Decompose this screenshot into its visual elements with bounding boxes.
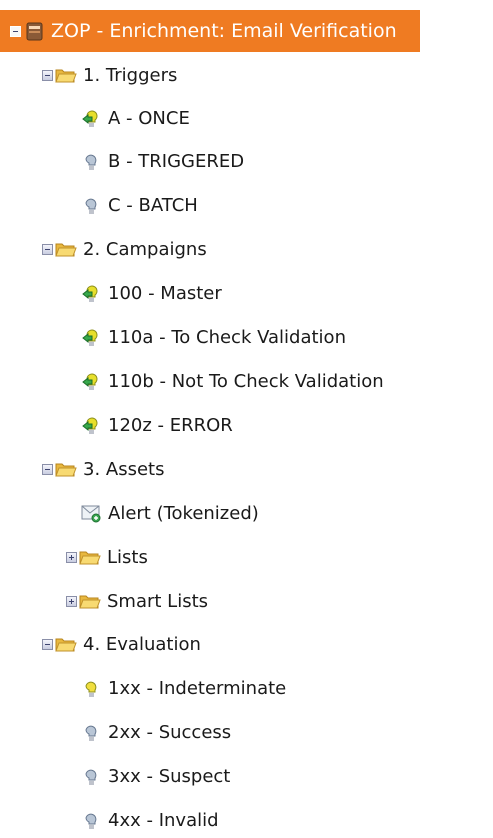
folder-lists[interactable]: Lists	[66, 539, 148, 575]
campaign-120z-error[interactable]: 120z - ERROR	[80, 407, 233, 443]
campaign-label: 2xx - Success	[108, 721, 232, 743]
active-bulb-icon	[82, 285, 98, 302]
collapse-toggle[interactable]	[42, 243, 53, 255]
campaign-110b[interactable]: 110b - Not To Check Validation	[80, 363, 384, 399]
collapse-toggle[interactable]	[42, 463, 53, 475]
campaign-label: 110a - To Check Validation	[108, 326, 346, 348]
campaign-b-triggered[interactable]: B - TRIGGERED	[80, 143, 244, 179]
folder-open-icon	[55, 638, 77, 652]
folder-campaigns[interactable]: 2. Campaigns	[42, 231, 207, 267]
email-alert-icon	[81, 505, 101, 523]
active-bulb-icon	[82, 329, 98, 346]
folder-label: Smart Lists	[107, 590, 209, 612]
campaign-label: 3xx - Suspect	[108, 765, 231, 787]
campaign-label: A - ONCE	[108, 107, 190, 129]
inactive-bulb-icon	[85, 198, 97, 214]
campaign-110a[interactable]: 110a - To Check Validation	[80, 319, 346, 355]
inactive-bulb-icon	[85, 154, 97, 170]
campaign-a-once[interactable]: A - ONCE	[80, 100, 190, 136]
folder-label: 2. Campaigns	[83, 238, 207, 260]
folder-icon	[79, 595, 101, 609]
expand-toggle[interactable]	[66, 595, 77, 607]
program-tree: ZOP - Enrichment: Email Verification 1. …	[0, 0, 493, 833]
collapse-toggle[interactable]	[42, 69, 53, 81]
folder-assets[interactable]: 3. Assets	[42, 451, 164, 487]
tree-root-program[interactable]: ZOP - Enrichment: Email Verification	[0, 10, 420, 52]
campaign-label: B - TRIGGERED	[108, 150, 245, 172]
root-label: ZOP - Enrichment: Email Verification	[51, 20, 397, 42]
asset-alert-tokenized[interactable]: Alert (Tokenized)	[80, 495, 259, 531]
campaign-label: 100 - Master	[108, 282, 222, 304]
folder-open-icon	[55, 463, 77, 477]
campaign-c-batch[interactable]: C - BATCH	[80, 187, 198, 223]
campaign-3xx[interactable]: 3xx - Suspect	[80, 758, 230, 794]
folder-evaluation[interactable]: 4. Evaluation	[42, 626, 201, 662]
campaign-label: 1xx - Indeterminate	[108, 677, 287, 699]
campaign-label: 110b - Not To Check Validation	[108, 370, 384, 392]
active-bulb-icon	[82, 373, 98, 390]
folder-label: 3. Assets	[83, 458, 165, 480]
folder-smart-lists[interactable]: Smart Lists	[66, 583, 208, 619]
active-bulb-icon	[82, 417, 98, 434]
collapse-toggle[interactable]	[10, 25, 21, 37]
campaign-1xx[interactable]: 1xx - Indeterminate	[80, 670, 286, 706]
folder-icon	[79, 551, 101, 565]
program-icon	[26, 22, 43, 41]
folder-open-icon	[55, 243, 77, 257]
inactive-bulb-icon	[85, 813, 97, 829]
folder-label: 4. Evaluation	[83, 633, 201, 655]
active-bulb-icon	[82, 110, 98, 127]
folder-triggers[interactable]: 1. Triggers	[42, 57, 177, 93]
campaign-2xx[interactable]: 2xx - Success	[80, 714, 231, 750]
campaign-label: 120z - ERROR	[108, 414, 233, 436]
folder-label: Lists	[107, 546, 148, 568]
inactive-bulb-icon	[85, 769, 97, 785]
campaign-label: 4xx - Invalid	[108, 809, 219, 831]
folder-label: 1. Triggers	[83, 64, 178, 86]
campaign-100-master[interactable]: 100 - Master	[80, 275, 222, 311]
inactive-bulb-icon	[85, 725, 97, 741]
active-bulb-icon	[85, 681, 97, 697]
expand-toggle[interactable]	[66, 551, 77, 563]
collapse-toggle[interactable]	[42, 638, 53, 650]
asset-label: Alert (Tokenized)	[108, 502, 259, 524]
folder-open-icon	[55, 69, 77, 83]
campaign-label: C - BATCH	[108, 194, 198, 216]
